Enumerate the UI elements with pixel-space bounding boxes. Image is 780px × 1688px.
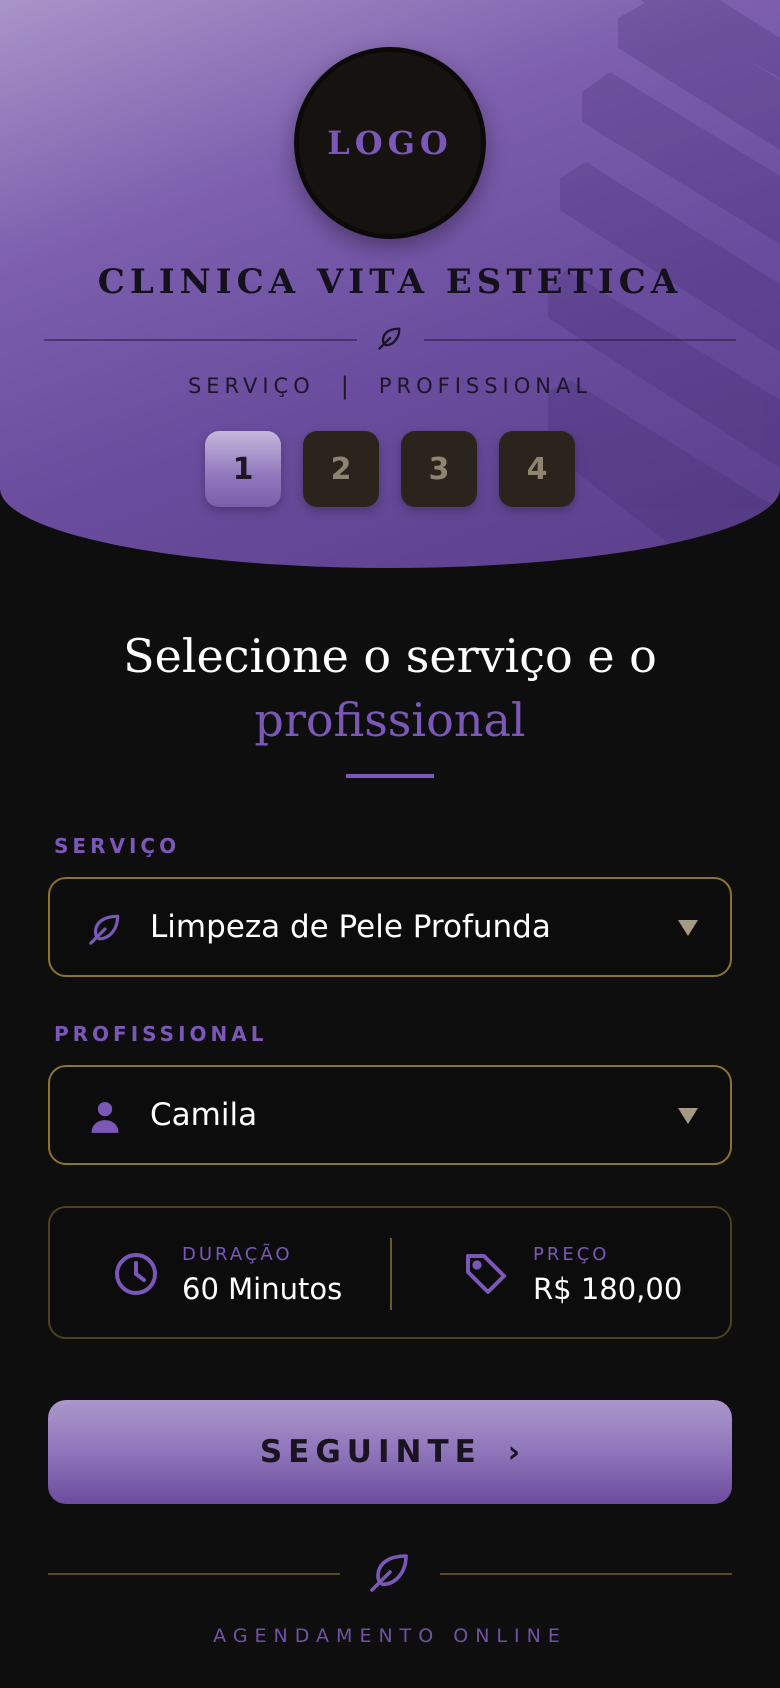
page-title-line1: Selecione o serviço e o (123, 629, 657, 683)
price-label: PREÇO (533, 1244, 610, 1265)
price-tag-icon (466, 1254, 506, 1294)
page-title: Selecione o serviço e o profissional (0, 624, 780, 752)
header-divider-left (44, 339, 357, 341)
footer-divider-left (48, 1573, 340, 1575)
header-divider-right (424, 339, 736, 341)
breadcrumb: SERVIÇO | PROFISSIONAL (0, 372, 780, 400)
logo-text: LOGO (327, 124, 453, 162)
chevron-right-icon: › (507, 1434, 521, 1470)
professional-label: PROFISSIONAL (54, 1022, 268, 1046)
step-3[interactable]: 3 (401, 431, 477, 507)
next-button-label: SEGUINTE (259, 1434, 482, 1470)
clinic-name: CLINICA VITA ESTETICA (97, 262, 683, 302)
service-info-card: DURAÇÃO 60 Minutos PREÇO R$ 180,00 (48, 1206, 732, 1339)
chevron-down-icon (678, 920, 698, 936)
chevron-down-icon (678, 1108, 698, 1124)
logo: LOGO (294, 47, 486, 239)
next-button[interactable]: SEGUINTE › (48, 1400, 732, 1504)
price-value: R$ 180,00 (533, 1272, 683, 1306)
professional-select[interactable]: Camila (48, 1065, 732, 1165)
service-select[interactable]: Limpeza de Pele Profunda (48, 877, 732, 977)
step-4[interactable]: 4 (499, 431, 575, 507)
breadcrumb-professional: PROFISSIONAL (378, 374, 593, 398)
duration-label: DURAÇÃO (182, 1244, 293, 1265)
step-1[interactable]: 1 (205, 431, 281, 507)
professional-value: Camila (150, 1097, 258, 1133)
breadcrumb-separator: | (340, 372, 349, 400)
info-divider (390, 1238, 392, 1310)
page-title-accent: profissional (254, 693, 526, 747)
step-2[interactable]: 2 (303, 431, 379, 507)
leaf-icon (370, 1554, 408, 1592)
step-indicator: 1 2 3 4 (205, 431, 575, 507)
duration-value: 60 Minutos (182, 1272, 343, 1306)
leaf-icon (378, 327, 401, 350)
footer-text: AGENDAMENTO ONLINE (213, 1625, 567, 1647)
service-value: Limpeza de Pele Profunda (150, 909, 551, 945)
clock-icon (115, 1253, 157, 1295)
service-label: SERVIÇO (54, 834, 181, 858)
breadcrumb-service: SERVIÇO (187, 374, 315, 398)
leaf-icon (89, 914, 120, 945)
header: LOGO CLINICA VITA ESTETICA SERVIÇO | PRO… (0, 0, 780, 568)
person-icon (91, 1101, 119, 1133)
footer-divider-right (440, 1573, 732, 1575)
title-underline (346, 774, 434, 778)
